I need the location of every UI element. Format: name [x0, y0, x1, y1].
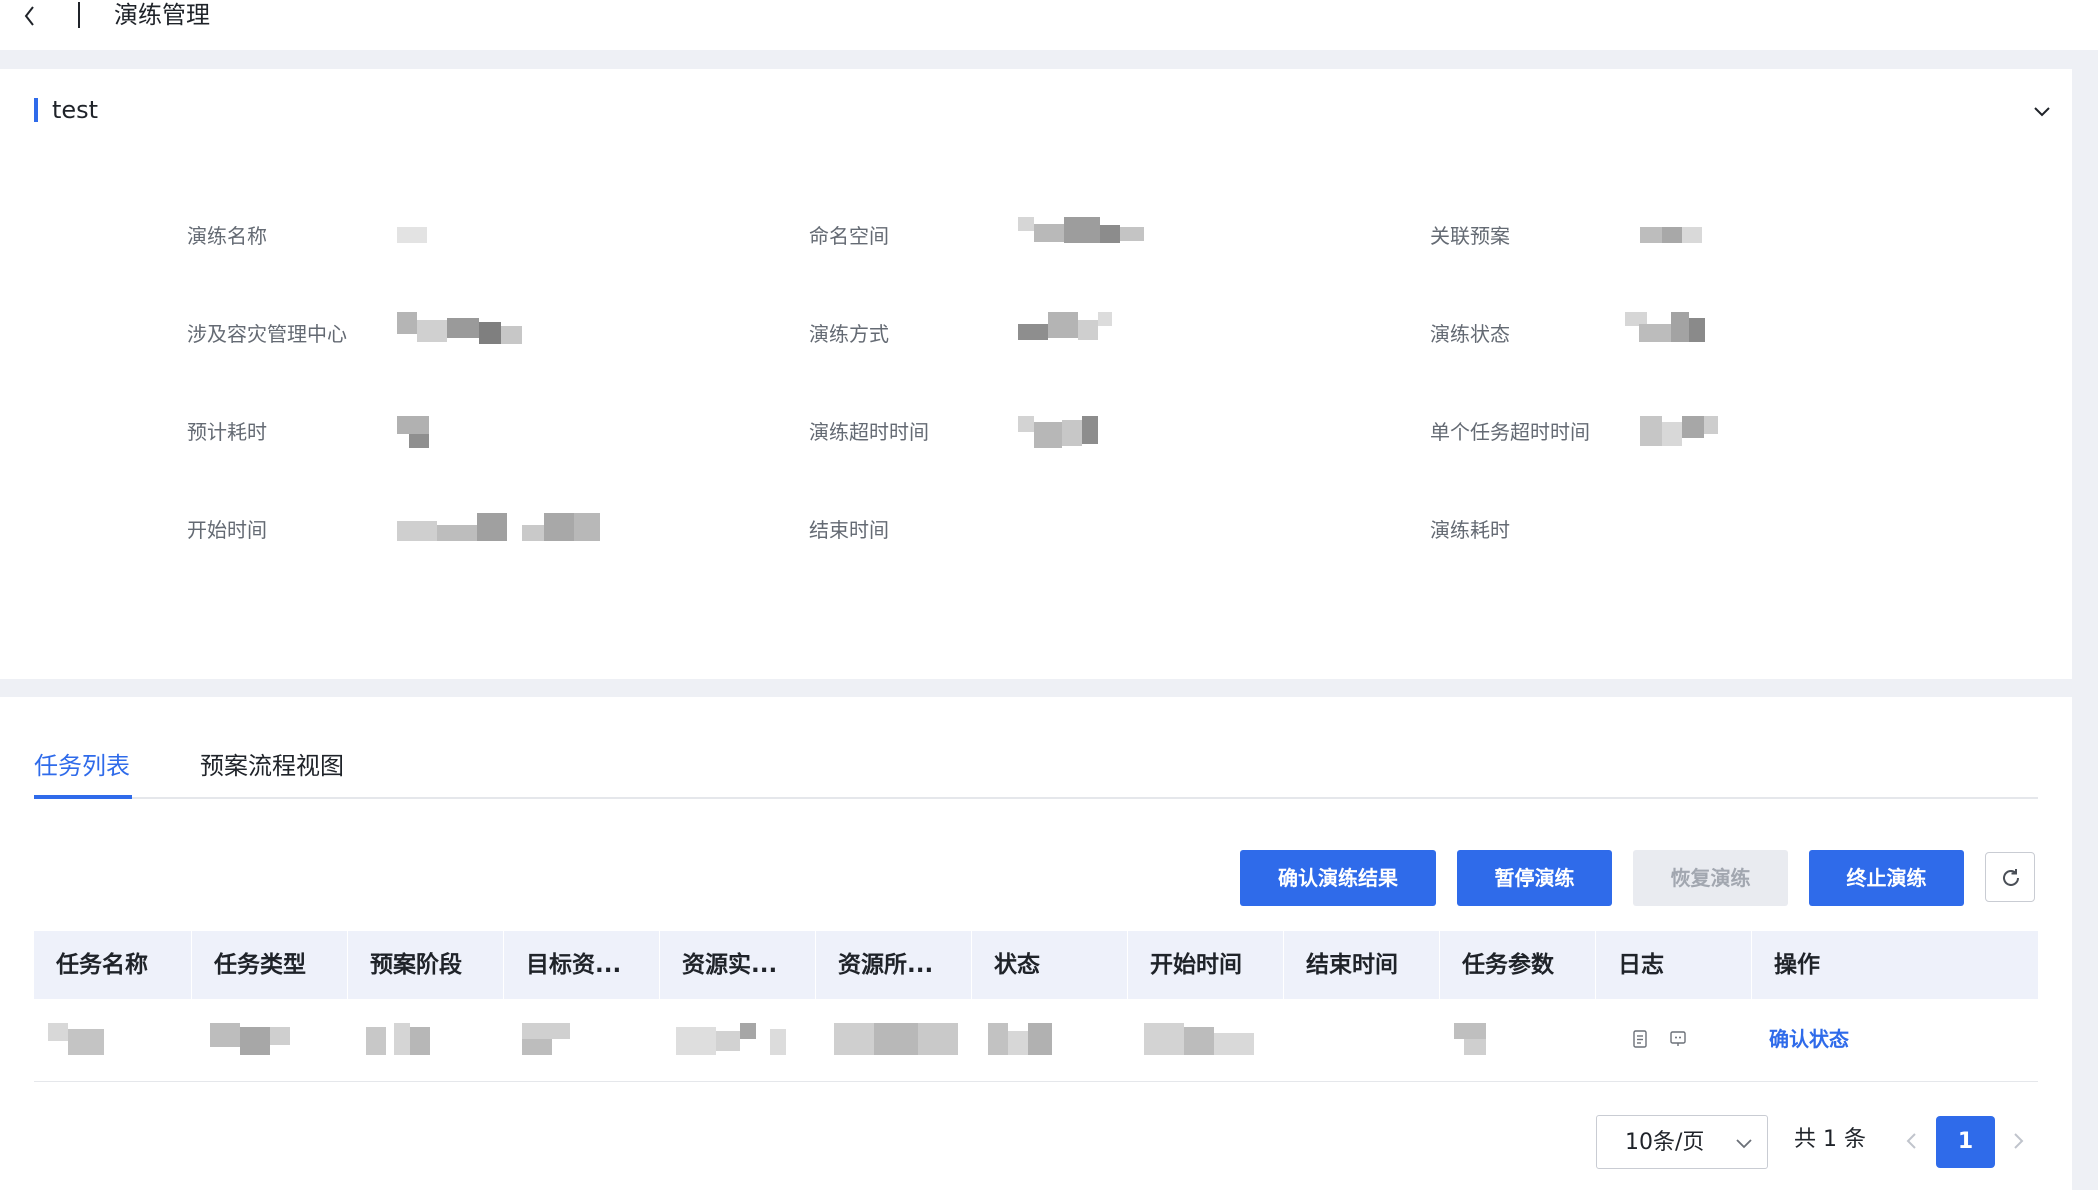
- stop-drill-button[interactable]: 终止演练: [1809, 850, 1964, 906]
- cell-resource-instance: [676, 1023, 786, 1055]
- field-label-drill-name: 演练名称: [187, 224, 267, 248]
- field-label-estimated-duration: 预计耗时: [187, 420, 267, 444]
- field-value-drill-timeout: [1018, 416, 1098, 448]
- cell-start-time: [1144, 1023, 1254, 1055]
- field-label-drill-timeout: 演练超时时间: [809, 420, 929, 444]
- field-value-start-time: [397, 513, 600, 545]
- column-header-actions[interactable]: 操作: [1752, 931, 2038, 999]
- tab-task-list[interactable]: 任务列表: [34, 751, 130, 781]
- chevron-down-icon: [1736, 1139, 1752, 1149]
- pagination-total: 共 1 条: [1794, 1127, 1866, 1152]
- prev-page-icon[interactable]: [1900, 1129, 1924, 1153]
- column-header-start-time[interactable]: 开始时间: [1128, 931, 1283, 999]
- column-header-resource-instance[interactable]: 资源实...: [660, 931, 815, 999]
- log-monitor-icon[interactable]: [1668, 1029, 1688, 1049]
- confirm-drill-result-button[interactable]: 确认演练结果: [1240, 850, 1436, 906]
- column-header-plan-stage[interactable]: 预案阶段: [348, 931, 503, 999]
- column-header-resource-location[interactable]: 资源所...: [816, 931, 971, 999]
- column-header-task-type[interactable]: 任务类型: [192, 931, 347, 999]
- field-value-namespace: [1018, 217, 1144, 249]
- field-value-drill-name: [397, 219, 427, 251]
- cell-task-type: [210, 1023, 290, 1055]
- field-value-single-task-timeout: [1640, 416, 1718, 448]
- column-header-log[interactable]: 日志: [1596, 931, 1751, 999]
- field-label-single-task-timeout: 单个任务超时时间: [1430, 420, 1590, 444]
- column-header-target-resource[interactable]: 目标资...: [504, 931, 659, 999]
- plan-details-card: test 演练名称 命名空间 关联预案 涉及容灾管理中心 演练方式 演练状态 预…: [0, 69, 2072, 679]
- field-value-dr-center: [397, 312, 522, 344]
- column-header-task-name[interactable]: 任务名称: [34, 931, 191, 999]
- field-label-linked-plan: 关联预案: [1430, 224, 1510, 248]
- cell-plan-stage: [366, 1023, 430, 1055]
- cell-task-params: [1454, 1023, 1486, 1055]
- cell-task-name: [48, 1023, 104, 1055]
- header-divider: [78, 2, 80, 28]
- log-file-icon[interactable]: [1630, 1029, 1650, 1049]
- active-tab-indicator: [34, 795, 132, 799]
- field-value-drill-status: [1625, 312, 1705, 344]
- refresh-button[interactable]: [1985, 852, 2035, 902]
- title-accent-bar: [34, 98, 38, 122]
- page-size-select[interactable]: 10条/页: [1596, 1115, 1768, 1169]
- cell-status: [988, 1023, 1052, 1055]
- cell-resource-location: [834, 1023, 958, 1055]
- next-page-icon[interactable]: [2006, 1129, 2030, 1153]
- column-header-status[interactable]: 状态: [972, 931, 1127, 999]
- field-label-start-time: 开始时间: [187, 518, 267, 542]
- back-arrow-icon[interactable]: [20, 2, 40, 30]
- tabs-baseline: [34, 797, 2038, 799]
- page-number-current[interactable]: 1: [1936, 1116, 1995, 1168]
- field-label-drill-duration: 演练耗时: [1430, 518, 1510, 542]
- field-value-drill-mode: [1018, 312, 1112, 344]
- field-label-namespace: 命名空间: [809, 224, 889, 248]
- confirm-status-link[interactable]: 确认状态: [1769, 1027, 1849, 1051]
- top-bar: 演练管理: [0, 0, 2098, 50]
- resume-drill-button[interactable]: 恢复演练: [1633, 850, 1788, 906]
- task-table-header: 任务名称 任务类型 预案阶段 目标资... 资源实... 资源所... 状态 开…: [34, 931, 2038, 999]
- column-header-end-time[interactable]: 结束时间: [1284, 931, 1439, 999]
- chevron-down-icon[interactable]: [2030, 99, 2054, 123]
- field-value-linked-plan: [1640, 219, 1702, 251]
- page-size-value: 10条/页: [1625, 1130, 1705, 1155]
- page-title: 演练管理: [114, 1, 210, 29]
- field-label-drill-mode: 演练方式: [809, 322, 889, 346]
- task-list-card: 任务列表 预案流程视图 确认演练结果 暂停演练 恢复演练 终止演练 任务名称 任…: [0, 697, 2072, 1190]
- table-row: 确认状态: [34, 999, 2038, 1082]
- refresh-icon: [2003, 869, 2019, 886]
- field-label-dr-center: 涉及容灾管理中心: [187, 322, 347, 346]
- column-header-task-params[interactable]: 任务参数: [1440, 931, 1595, 999]
- pause-drill-button[interactable]: 暂停演练: [1457, 850, 1612, 906]
- plan-name-title: test: [52, 96, 99, 124]
- field-label-end-time: 结束时间: [809, 518, 889, 542]
- tab-plan-flow-view[interactable]: 预案流程视图: [200, 751, 344, 781]
- field-value-estimated-duration: [397, 416, 429, 448]
- cell-target-resource: [522, 1023, 570, 1055]
- field-label-drill-status: 演练状态: [1430, 322, 1510, 346]
